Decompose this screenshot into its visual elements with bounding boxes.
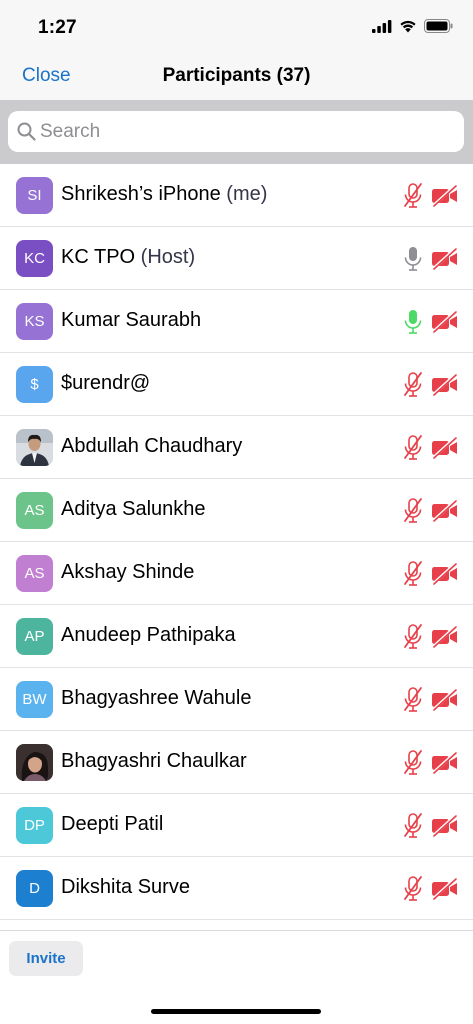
status-time: 1:27 <box>38 17 77 38</box>
search-box[interactable] <box>8 111 464 152</box>
participant-name-text: Deepti Patil <box>61 813 164 835</box>
participant-name: Bhagyashree Wahule <box>61 687 252 710</box>
avatar <box>16 744 53 781</box>
video-off-icon[interactable] <box>431 562 458 586</box>
participant-name: Aditya Salunkhe <box>61 498 206 521</box>
avatar: KC <box>16 240 53 277</box>
avatar: AS <box>16 555 53 592</box>
participant-name: Deepti Patil <box>61 813 163 836</box>
mic-muted-icon[interactable] <box>401 560 425 588</box>
participant-row[interactable]: AP Anudeep Pathipaka <box>0 605 473 668</box>
participant-name: Bhagyashri Chaulkar <box>61 750 247 773</box>
avatar: AS <box>16 492 53 529</box>
participant-name-text: Shrikesh’s iPhone <box>61 183 221 205</box>
video-off-icon[interactable] <box>431 625 458 649</box>
participant-list: SI Shrikesh’s iPhone (me) KC KC TPO (Host) K… <box>0 164 473 930</box>
participant-name-text: Bhagyashree Wahule <box>61 687 252 709</box>
home-indicator <box>151 1009 321 1014</box>
navigation-bar: Close Participants (37) <box>0 56 473 100</box>
invite-button[interactable]: Invite <box>9 941 83 976</box>
mic-muted-icon[interactable] <box>401 686 425 714</box>
mic-muted-icon[interactable] <box>401 623 425 651</box>
video-off-icon[interactable] <box>431 751 458 775</box>
participant-name-text: Anudeep Pathipaka <box>61 624 236 646</box>
video-off-icon[interactable] <box>431 877 458 901</box>
participant-row[interactable]: AS Aditya Salunkhe <box>0 479 473 542</box>
participant-name: Anudeep Pathipaka <box>61 624 236 647</box>
mic-muted-icon[interactable] <box>401 371 425 399</box>
participant-name: KC TPO (Host) <box>61 246 195 269</box>
search-input[interactable] <box>40 120 440 143</box>
participant-row[interactable]: DP Deepti Patil <box>0 794 473 857</box>
participant-name-text: Dikshita Surve <box>61 876 190 898</box>
participant-row[interactable]: Bhagyashri Chaulkar <box>0 731 473 794</box>
avatar: KS <box>16 303 53 340</box>
participant-name-text: Kumar Saurabh <box>61 309 202 331</box>
battery-icon <box>424 19 453 33</box>
video-off-icon[interactable] <box>431 247 458 271</box>
avatar: $ <box>16 366 53 403</box>
participant-name-text: Bhagyashri Chaulkar <box>61 750 247 772</box>
participant-role-tag: (me) <box>226 183 268 205</box>
avatar <box>16 429 53 466</box>
participant-row[interactable]: KS Kumar Saurabh <box>0 290 473 353</box>
video-off-icon[interactable] <box>431 373 458 397</box>
mic-muted-icon[interactable] <box>401 749 425 777</box>
video-off-icon[interactable] <box>431 184 458 208</box>
mic-muted-icon[interactable] <box>401 434 425 462</box>
participant-row[interactable]: BW Bhagyashree Wahule <box>0 668 473 731</box>
participant-row[interactable]: SI Shrikesh’s iPhone (me) <box>0 164 473 227</box>
participant-role-tag: (Host) <box>140 246 196 268</box>
participant-row[interactable]: AS Akshay Shinde <box>0 542 473 605</box>
mic-muted-icon[interactable] <box>401 812 425 840</box>
participant-name: Abdullah Chaudhary <box>61 435 242 458</box>
video-off-icon[interactable] <box>431 814 458 838</box>
participant-name-text: Aditya Salunkhe <box>61 498 206 520</box>
participant-name-text: KC TPO <box>61 246 136 268</box>
mic-icon[interactable] <box>401 308 425 336</box>
status-icons <box>372 19 453 33</box>
avatar: D <box>16 870 53 907</box>
wifi-icon <box>400 20 416 33</box>
video-off-icon[interactable] <box>431 499 458 523</box>
participant-name-text: $urendr@ <box>61 372 151 394</box>
avatar: AP <box>16 618 53 655</box>
video-off-icon[interactable] <box>431 436 458 460</box>
participant-name: Dikshita Surve <box>61 876 190 899</box>
participant-name: Akshay Shinde <box>61 561 194 584</box>
bottom-bar: Invite <box>0 930 473 1024</box>
participant-row[interactable]: D Dikshita Surve <box>0 857 473 920</box>
participant-name-text: Abdullah Chaudhary <box>61 435 243 457</box>
participant-row[interactable]: $ $urendr@ <box>0 353 473 416</box>
participant-name-text: Akshay Shinde <box>61 561 195 583</box>
participant-name: $urendr@ <box>61 372 150 395</box>
participant-row[interactable]: KC KC TPO (Host) <box>0 227 473 290</box>
participant-row[interactable]: Abdullah Chaudhary <box>0 416 473 479</box>
video-off-icon[interactable] <box>431 310 458 334</box>
status-bar: 1:27 <box>0 0 473 56</box>
mic-icon[interactable] <box>401 245 425 273</box>
avatar: BW <box>16 681 53 718</box>
participant-name: Shrikesh’s iPhone (me) <box>61 183 267 206</box>
cellular-signal-icon <box>372 19 392 33</box>
page-title: Participants (37) <box>162 65 311 86</box>
mic-muted-icon[interactable] <box>401 497 425 525</box>
participant-name: Kumar Saurabh <box>61 309 201 332</box>
mic-muted-icon[interactable] <box>401 182 425 210</box>
avatar: DP <box>16 807 53 844</box>
mic-muted-icon[interactable] <box>401 875 425 903</box>
search-icon <box>17 122 37 142</box>
avatar: SI <box>16 177 53 214</box>
search-area <box>0 100 473 164</box>
video-off-icon[interactable] <box>431 688 458 712</box>
